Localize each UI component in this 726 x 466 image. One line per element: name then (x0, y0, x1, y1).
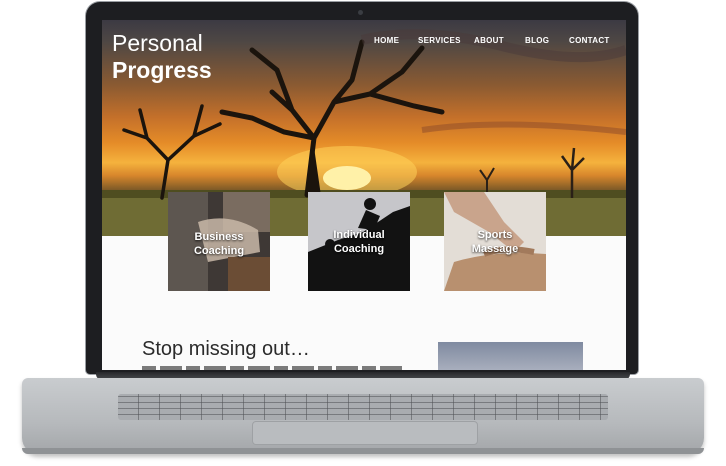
nav-about[interactable]: ABOUT (474, 36, 504, 45)
content-image (438, 342, 583, 370)
touchpad (252, 421, 478, 445)
keyboard (118, 394, 608, 420)
site-logo-line1[interactable]: Personal (112, 30, 203, 56)
tile-label-line2: Massage (471, 243, 519, 255)
laptop-screen: Personal Progress HOME SERVICES ABOUT BL… (102, 20, 626, 370)
service-tile-individual-coaching[interactable]: Individual Coaching (308, 192, 410, 291)
tile-label-line1: Individual (333, 229, 385, 241)
webcam (358, 10, 363, 15)
laptop-base-edge (22, 448, 704, 454)
nav-services[interactable]: SERVICES (418, 36, 461, 45)
tile-label-line1: Business (194, 231, 244, 243)
tile-label-line2: Coaching (193, 245, 245, 257)
section-headline: Stop missing out… (142, 338, 310, 360)
nav-contact[interactable]: CONTACT (569, 36, 610, 45)
tile-label-line2: Coaching (333, 243, 385, 255)
nav-blog[interactable]: BLOG (525, 36, 549, 45)
site-logo-line2[interactable]: Progress (112, 57, 212, 83)
service-tile-business-coaching[interactable]: Business Coaching (168, 192, 270, 291)
service-tile-sports-massage[interactable]: Sports Massage (444, 192, 546, 291)
nav-home[interactable]: HOME (374, 36, 399, 45)
tile-label-line1: Sports (477, 229, 513, 241)
body-text-cutoff (142, 366, 402, 370)
